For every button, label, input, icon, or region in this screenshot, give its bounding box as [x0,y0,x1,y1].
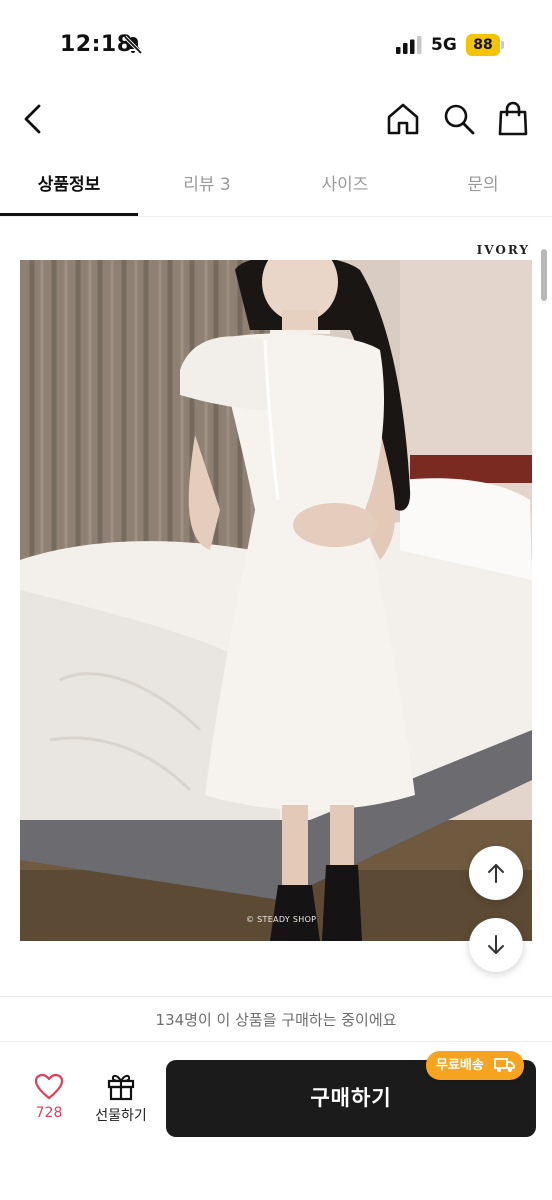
network-label: 5G [431,35,457,55]
photo-watermark: © STEADY SHOP [246,915,317,924]
scrollbar[interactable] [541,249,547,301]
tab-reviews[interactable]: 리뷰 3 [138,160,276,216]
battery-indicator: 88 [466,34,500,56]
purchase-notice: 134명이 이 상품을 구매하는 중이에요 [0,996,552,1042]
product-tabs: 상품정보 리뷰 3 사이즈 문의 [0,160,552,217]
tab-product-info[interactable]: 상품정보 [0,160,138,216]
search-icon[interactable] [442,102,476,136]
scroll-top-button[interactable] [469,846,523,900]
shopping-bag-icon[interactable] [496,101,530,137]
free-shipping-badge: 무료배송 [426,1051,524,1080]
arrow-up-icon [488,864,504,883]
signal-icon [396,36,422,54]
home-icon[interactable] [385,102,421,136]
product-photo-illustration [20,260,532,941]
gift-button[interactable]: 선물하기 [86,1071,156,1133]
truck-icon [494,1058,515,1072]
status-bar: 12:18 5G 88 [0,0,552,90]
scroll-bottom-button[interactable] [469,918,523,972]
top-navigation [0,90,552,150]
tab-size[interactable]: 사이즈 [276,160,414,216]
battery-cap [501,41,504,49]
gift-label: 선물하기 [95,1108,147,1124]
product-photo: © STEADY SHOP [20,260,532,941]
bottom-action-bar: 728 선물하기 구매하기 무료배송 [0,1043,552,1200]
heart-icon [34,1073,64,1100]
like-count: 728 [35,1105,63,1121]
tab-inquiry[interactable]: 문의 [414,160,552,216]
color-label: IVORY [476,243,530,257]
free-shipping-label: 무료배송 [436,1058,484,1073]
bell-slash-icon [123,35,143,55]
gift-icon [107,1074,135,1101]
arrow-down-icon [488,935,504,954]
product-detail-content: IVORY © STEADY SHOP [0,218,552,988]
like-button[interactable]: 728 [24,1073,74,1133]
back-arrow-icon[interactable] [18,100,50,138]
